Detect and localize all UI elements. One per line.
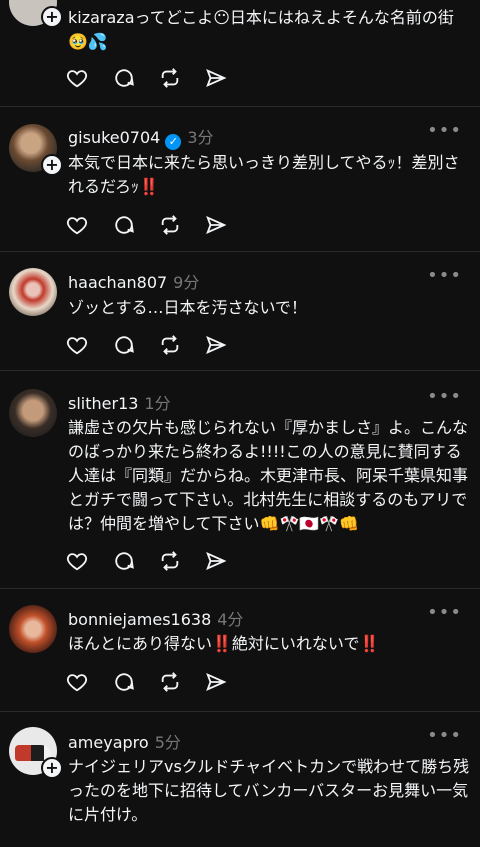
avatar[interactable]	[9, 268, 57, 316]
post-text: 謙虚さの欠片も感じられない『厚かましさ』よ。こんなのばっかり来たら終わるよ!!!…	[68, 418, 469, 533]
avatar[interactable]	[9, 605, 57, 653]
divider	[0, 106, 480, 107]
comment-icon[interactable]	[113, 550, 135, 572]
post-meta: bonniejames1638 4分	[68, 606, 243, 630]
share-icon[interactable]	[205, 67, 227, 89]
share-icon[interactable]	[205, 334, 227, 356]
repost-icon[interactable]	[159, 334, 181, 356]
heart-icon[interactable]	[66, 214, 88, 236]
follow-plus-icon[interactable]: +	[41, 6, 63, 28]
heart-icon[interactable]	[66, 334, 88, 356]
username[interactable]: ameyapro	[68, 733, 149, 752]
more-icon[interactable]: •••	[427, 386, 462, 407]
username[interactable]: slither13	[68, 394, 138, 413]
more-icon[interactable]: •••	[427, 602, 462, 623]
share-icon[interactable]	[205, 550, 227, 572]
comment-icon[interactable]	[113, 671, 135, 693]
verified-badge-icon: ✓	[165, 134, 182, 150]
comment-icon[interactable]	[113, 334, 135, 356]
post-meta: haachan807 9分	[68, 269, 199, 293]
timestamp: 9分	[173, 273, 200, 292]
timestamp: 5分	[154, 733, 181, 752]
share-icon[interactable]	[205, 671, 227, 693]
heart-icon[interactable]	[66, 671, 88, 693]
more-icon[interactable]: •••	[427, 725, 462, 746]
post-text: ゾッとする…日本を汚さないで！	[68, 298, 308, 317]
more-icon[interactable]: •••	[427, 120, 462, 141]
divider	[0, 711, 480, 712]
repost-icon[interactable]	[159, 214, 181, 236]
more-icon[interactable]: •••	[427, 265, 462, 286]
timestamp: 4分	[217, 610, 244, 629]
username[interactable]: gisuke0704	[68, 128, 160, 147]
post-meta: slither13 1分	[68, 390, 171, 414]
timestamp: 3分	[187, 128, 214, 147]
divider	[0, 370, 480, 371]
post-text: ほんとにあり得ない‼️絶対にいれないで‼️	[68, 634, 380, 653]
share-icon[interactable]	[205, 214, 227, 236]
heart-icon[interactable]	[66, 67, 88, 89]
repost-icon[interactable]	[159, 671, 181, 693]
post-text: 本気で日本に来たら思いっきり差別してやるｯ！差別されるだろｯ‼️	[68, 153, 460, 196]
avatar[interactable]	[9, 389, 57, 437]
follow-plus-icon[interactable]: +	[41, 757, 63, 779]
post-text: kizarazaってどこよ😶日本にはねえよそんな名前の街🥹💦	[68, 8, 454, 51]
divider	[0, 251, 480, 252]
comment-icon[interactable]	[113, 214, 135, 236]
divider	[0, 588, 480, 589]
repost-icon[interactable]	[159, 67, 181, 89]
follow-plus-icon[interactable]: +	[41, 154, 63, 176]
post-meta: gisuke0704 ✓ 3分	[68, 124, 214, 150]
username[interactable]: haachan807	[68, 273, 167, 292]
repost-icon[interactable]	[159, 550, 181, 572]
post-meta: ameyapro 5分	[68, 729, 181, 753]
username[interactable]: bonniejames1638	[68, 610, 211, 629]
comment-icon[interactable]	[113, 67, 135, 89]
post-text: ナイジェリアvsクルドチャイベトカンで戦わせて勝ち残ったのを地下に招待してバンカ…	[68, 757, 470, 824]
timestamp: 1分	[144, 394, 171, 413]
heart-icon[interactable]	[66, 550, 88, 572]
